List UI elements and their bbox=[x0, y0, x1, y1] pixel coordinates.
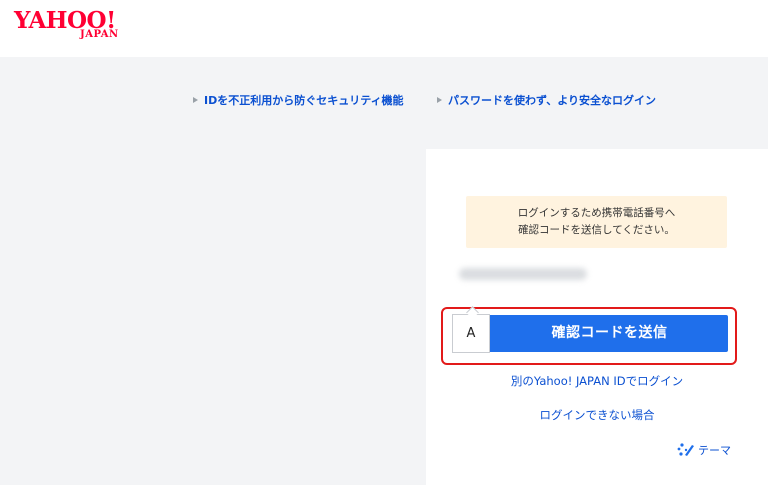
yahoo-japan-logo[interactable]: YAHOO! JAPAN bbox=[14, 8, 138, 48]
passwordless-login-link-label: パスワードを使わず、より安全なログイン bbox=[448, 94, 657, 107]
triangle-right-icon bbox=[437, 97, 442, 103]
send-code-button-label: 確認コードを送信 bbox=[551, 325, 668, 341]
theme-link[interactable]: テーマ bbox=[676, 442, 731, 458]
send-code-notice: ログインするため携帯電話番号へ 確認コードを送信してください。 bbox=[466, 196, 727, 248]
header: YAHOO! JAPAN bbox=[0, 0, 768, 57]
masked-phone-number bbox=[459, 268, 587, 280]
cannot-login-link[interactable]: ログインできない場合 bbox=[426, 407, 768, 423]
notice-line-1: ログインするため携帯電話番号へ bbox=[517, 207, 676, 219]
security-feature-link-label: IDを不正利用から防ぐセキュリティ機能 bbox=[204, 94, 404, 107]
feature-links: IDを不正利用から防ぐセキュリティ機能 パスワードを使わず、より安全なログイン bbox=[0, 92, 768, 108]
keyboard-shortcut-hint: A bbox=[452, 314, 490, 353]
notice-line-2: 確認コードを送信してください。 bbox=[518, 224, 675, 236]
triangle-right-icon bbox=[193, 97, 198, 103]
send-code-button[interactable]: 確認コードを送信 bbox=[453, 315, 728, 352]
logo-subtext: JAPAN bbox=[80, 29, 119, 40]
theme-link-label: テーマ bbox=[698, 444, 731, 457]
security-feature-link[interactable]: IDを不正利用から防ぐセキュリティ機能 bbox=[193, 92, 404, 108]
login-panel: ログインするため携帯電話番号へ 確認コードを送信してください。 確認コードを送信… bbox=[426, 149, 768, 485]
other-id-login-link[interactable]: 別のYahoo! JAPAN IDでログイン bbox=[426, 373, 768, 389]
theme-palette-icon bbox=[677, 443, 694, 456]
passwordless-login-link[interactable]: パスワードを使わず、より安全なログイン bbox=[437, 92, 656, 108]
